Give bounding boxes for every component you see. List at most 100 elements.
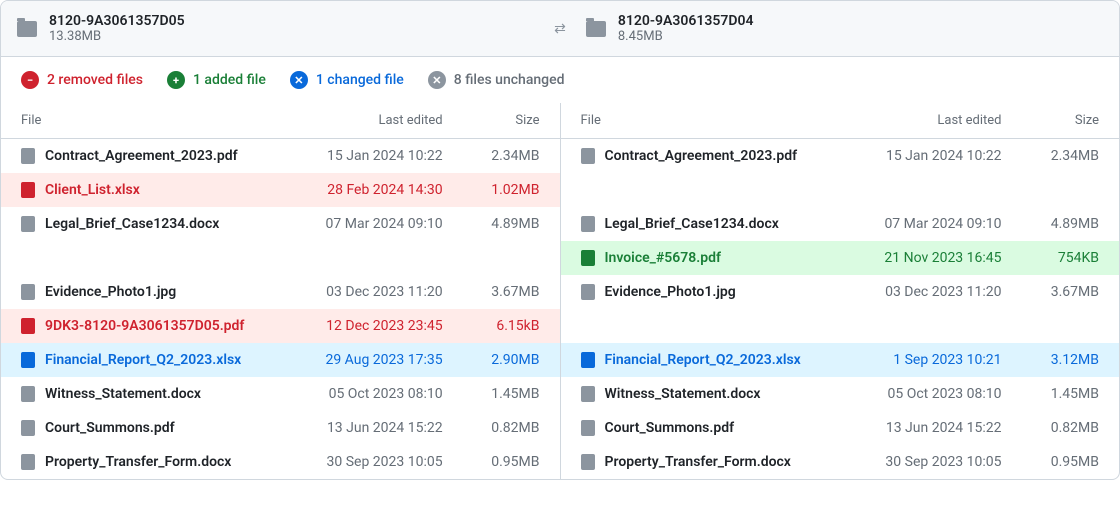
file-size: 3.67MB xyxy=(463,275,560,309)
file-icon xyxy=(581,352,595,368)
file-name: Court_Summons.pdf xyxy=(605,420,735,436)
file-size: 2.34MB xyxy=(463,139,560,174)
swap-icon[interactable]: ⇄ xyxy=(534,21,586,37)
folder-icon xyxy=(586,21,606,37)
panels: File Last edited Size Contract_Agreement… xyxy=(1,103,1119,479)
table-row[interactable]: Property_Transfer_Form.docx 30 Sep 2023 1… xyxy=(1,445,560,479)
col-date[interactable]: Last edited xyxy=(848,103,1022,139)
file-name: Legal_Brief_Case1234.docx xyxy=(45,216,219,232)
table-row[interactable]: 9DK3-8120-9A3061357D05.pdf 12 Dec 2023 23… xyxy=(1,309,560,343)
file-size: 3.12MB xyxy=(1022,343,1119,377)
file-date: 03 Dec 2023 11:20 xyxy=(290,275,462,309)
table-row[interactable]: Contract_Agreement_2023.pdf15 Jan 2024 1… xyxy=(1,139,560,174)
file-icon xyxy=(581,420,595,436)
table-row[interactable]: Invoice_#5678.pdf 21 Nov 2023 16:45754KB xyxy=(561,241,1120,275)
unchanged-icon: ✕ xyxy=(428,71,446,89)
file-date: 05 Oct 2023 08:10 xyxy=(290,377,462,411)
table-row[interactable]: Evidence_Photo1.jpg 03 Dec 2023 11:203.67… xyxy=(1,275,560,309)
folder-icon xyxy=(17,21,37,37)
file-name: Legal_Brief_Case1234.docx xyxy=(605,216,779,232)
file-icon xyxy=(21,386,35,402)
table-row[interactable]: Court_Summons.pdf13 Jun 2024 15:220.82MB xyxy=(1,411,560,445)
file-name: Witness_Statement.docx xyxy=(605,386,761,402)
file-size: 0.82MB xyxy=(1022,411,1119,445)
file-name: Evidence_Photo1.jpg xyxy=(45,284,176,300)
file-name: Contract_Agreement_2023.pdf xyxy=(45,148,238,164)
file-name: Financial_Report_Q2_2023.xlsx xyxy=(45,352,241,368)
table-row[interactable]: Evidence_Photo1.jpg03 Dec 2023 11:203.67… xyxy=(561,275,1120,309)
table-row[interactable]: Witness_Statement.docx 05 Oct 2023 08:101… xyxy=(561,377,1120,411)
table-row[interactable]: Financial_Report_Q2_2023.xlsx1 Sep 2023 … xyxy=(561,343,1120,377)
folder-left[interactable]: 8120-9A3061357D05 13.38MB xyxy=(17,13,534,44)
file-date: 05 Oct 2023 08:10 xyxy=(848,377,1022,411)
file-icon xyxy=(581,148,595,164)
col-size[interactable]: Size xyxy=(463,103,560,139)
summary-unchanged[interactable]: ✕ 8 files unchanged xyxy=(428,71,565,89)
minus-icon: − xyxy=(21,71,39,89)
file-size: 0.82MB xyxy=(463,411,560,445)
file-size: 4.89MB xyxy=(463,207,560,241)
file-icon xyxy=(581,216,595,232)
table-row[interactable]: Property_Transfer_Form.docx 30 Sep 2023 1… xyxy=(561,445,1120,479)
file-size: 1.45MB xyxy=(463,377,560,411)
folder-right[interactable]: 8120-9A3061357D04 8.45MB xyxy=(586,13,1103,44)
file-icon xyxy=(21,182,35,198)
file-size: 754KB xyxy=(1022,241,1119,275)
file-name: Financial_Report_Q2_2023.xlsx xyxy=(605,352,801,368)
file-icon xyxy=(581,250,595,266)
col-file[interactable]: File xyxy=(1,103,290,139)
header: 8120-9A3061357D05 13.38MB ⇄ 8120-9A30613… xyxy=(1,1,1119,57)
file-name: Property_Transfer_Form.docx xyxy=(45,454,231,470)
table-row[interactable]: Witness_Statement.docx 05 Oct 2023 08:101… xyxy=(1,377,560,411)
file-date: 29 Aug 2023 17:35 xyxy=(290,343,462,377)
file-date: 30 Sep 2023 10:05 xyxy=(290,445,462,479)
table-row[interactable]: Client_List.xlsx28 Feb 2024 14:301.02MB xyxy=(1,173,560,207)
file-date: 30 Sep 2023 10:05 xyxy=(848,445,1022,479)
file-size: 2.90MB xyxy=(463,343,560,377)
file-icon xyxy=(581,386,595,402)
file-icon xyxy=(581,454,595,470)
col-file[interactable]: File xyxy=(561,103,848,139)
file-date: 28 Feb 2024 14:30 xyxy=(290,173,462,207)
file-size: 4.89MB xyxy=(1022,207,1119,241)
table-row[interactable]: Legal_Brief_Case1234.docx 07 Mar 2024 09:… xyxy=(1,207,560,241)
file-size: 1.45MB xyxy=(1022,377,1119,411)
file-date: 21 Nov 2023 16:45 xyxy=(848,241,1022,275)
changed-icon: ✕ xyxy=(290,71,308,89)
col-date[interactable]: Last edited xyxy=(290,103,462,139)
col-size[interactable]: Size xyxy=(1022,103,1119,139)
file-icon xyxy=(21,318,35,334)
table-row[interactable]: Contract_Agreement_2023.pdf15 Jan 2024 1… xyxy=(561,139,1120,174)
table-row xyxy=(561,173,1120,207)
file-name: Invoice_#5678.pdf xyxy=(605,250,721,266)
file-date: 15 Jan 2024 10:22 xyxy=(848,139,1022,174)
summary-removed[interactable]: − 2 removed files xyxy=(21,71,143,89)
file-date: 12 Dec 2023 23:45 xyxy=(290,309,462,343)
file-name: Witness_Statement.docx xyxy=(45,386,201,402)
file-icon xyxy=(21,420,35,436)
summary-changed[interactable]: ✕ 1 changed file xyxy=(290,71,404,89)
file-icon xyxy=(21,352,35,368)
table-row[interactable]: Legal_Brief_Case1234.docx 07 Mar 2024 09:… xyxy=(561,207,1120,241)
file-size: 3.67MB xyxy=(1022,275,1119,309)
table-row xyxy=(561,309,1120,343)
file-size: 0.95MB xyxy=(1022,445,1119,479)
table-row[interactable]: Court_Summons.pdf 13 Jun 2024 15:220.82MB xyxy=(561,411,1120,445)
file-icon xyxy=(21,148,35,164)
file-size: 0.95MB xyxy=(463,445,560,479)
file-name: Property_Transfer_Form.docx xyxy=(605,454,791,470)
summary-added[interactable]: + 1 added file xyxy=(167,71,266,89)
plus-icon: + xyxy=(167,71,185,89)
panel-right: File Last edited Size Contract_Agreement… xyxy=(561,103,1120,479)
file-date: 07 Mar 2024 09:10 xyxy=(290,207,462,241)
file-size: 2.34MB xyxy=(1022,139,1119,174)
file-name: Evidence_Photo1.jpg xyxy=(605,284,736,300)
file-date: 07 Mar 2024 09:10 xyxy=(848,207,1022,241)
file-name: 9DK3-8120-9A3061357D05.pdf xyxy=(45,318,244,334)
folder-name-left: 8120-9A3061357D05 xyxy=(49,13,185,29)
file-date: 13 Jun 2024 15:22 xyxy=(290,411,462,445)
table-row[interactable]: Financial_Report_Q2_2023.xlsx 29 Aug 2023… xyxy=(1,343,560,377)
file-icon xyxy=(21,454,35,470)
summary-bar: − 2 removed files + 1 added file ✕ 1 cha… xyxy=(1,57,1119,103)
file-date: 13 Jun 2024 15:22 xyxy=(848,411,1022,445)
